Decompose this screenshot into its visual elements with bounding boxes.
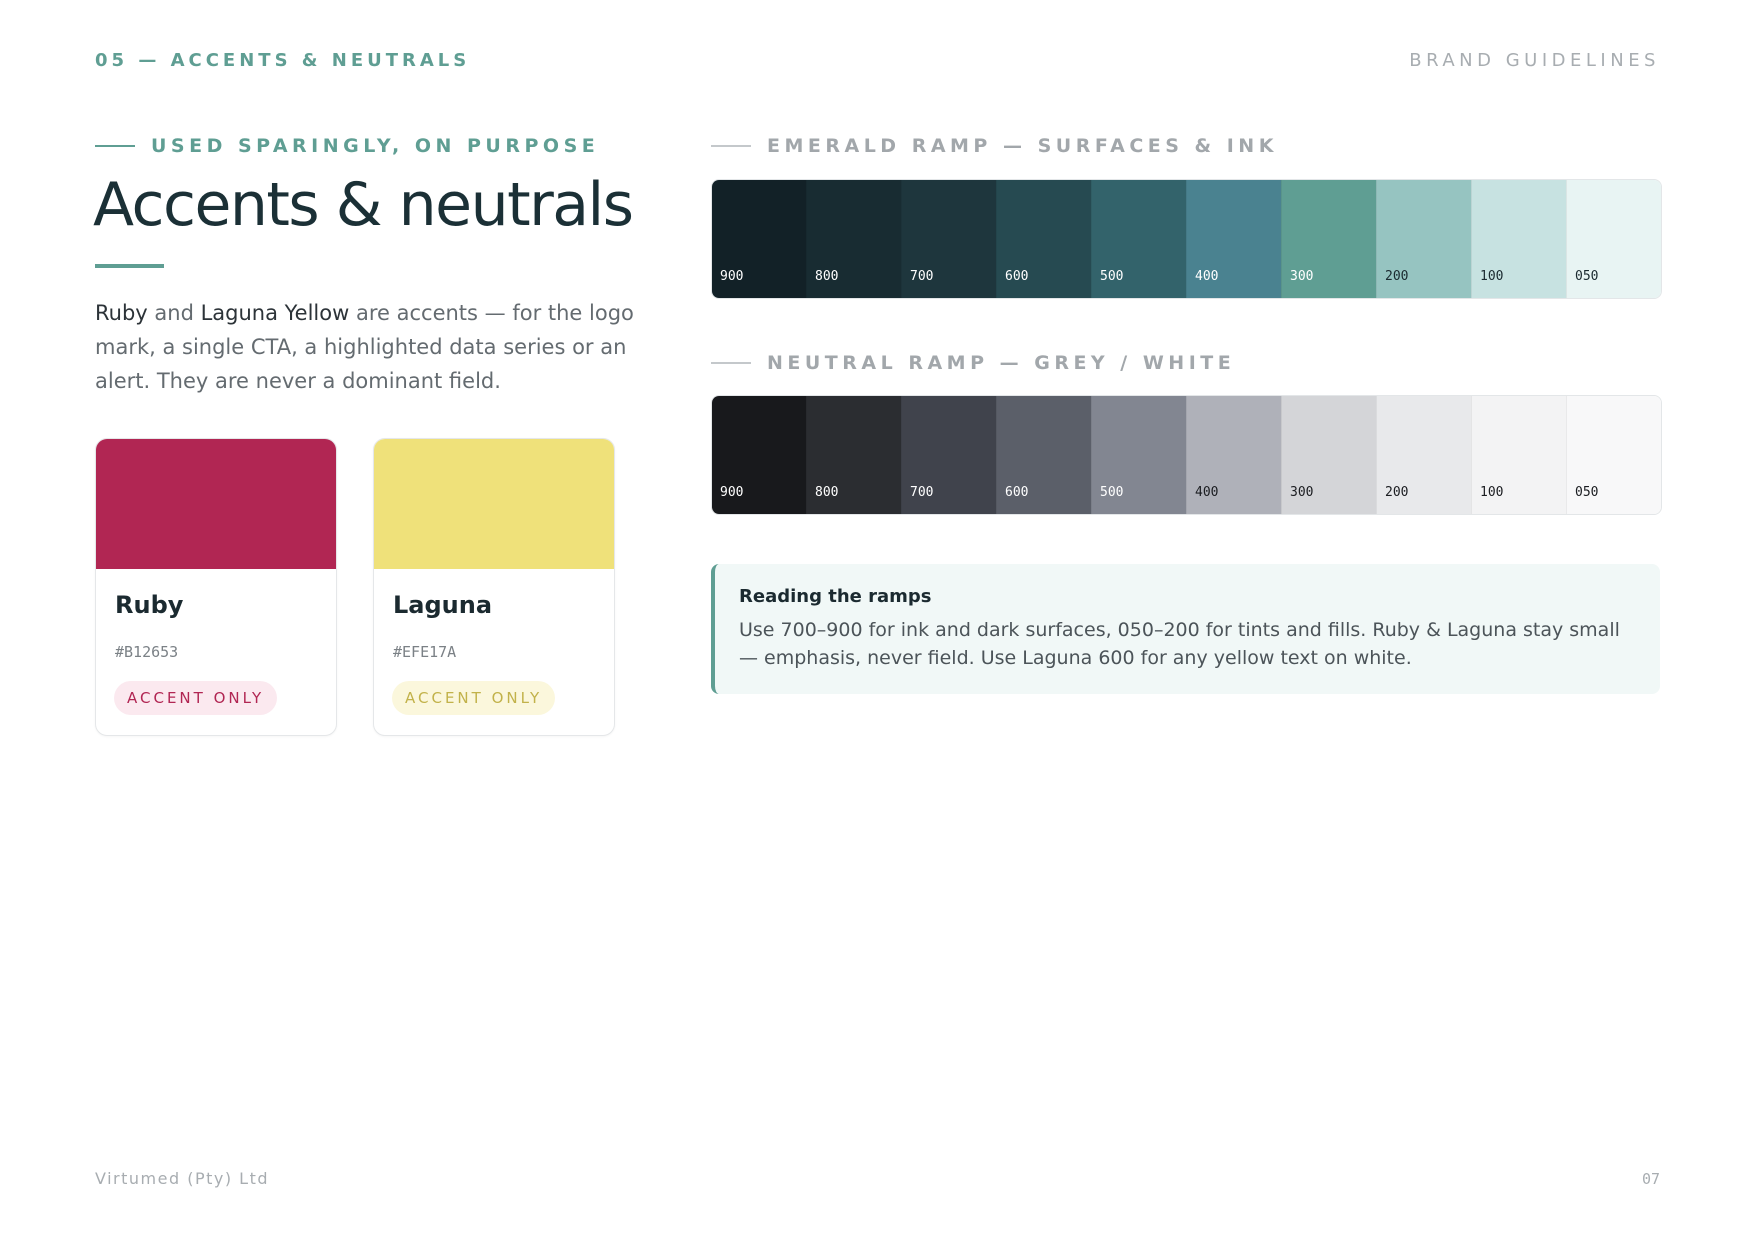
ramp-step-label: 500 — [1100, 485, 1124, 500]
ramp-swatch-500: 500 — [1091, 180, 1186, 298]
emerald-ramp-label: EMERALD RAMP — SURFACES & INK — [711, 135, 1278, 157]
intro-paragraph: Ruby and Laguna Yellow are accents — for… — [95, 296, 640, 398]
intro-eyebrow-text: USED SPARINGLY, ON PURPOSE — [151, 135, 600, 157]
ruby-swatch — [96, 439, 336, 569]
ramp-swatch-900: 900 — [712, 396, 806, 514]
accent-hex: #B12653 — [115, 643, 179, 661]
ramp-swatch-700: 700 — [901, 396, 996, 514]
accent-hex: #EFE17A — [393, 643, 457, 661]
ramp-step-label: 200 — [1385, 269, 1409, 284]
note-title: Reading the ramps — [739, 586, 932, 607]
note-body: Use 700–900 for ink and dark surfaces, 0… — [739, 619, 1620, 669]
ramp-swatch-800: 800 — [806, 396, 901, 514]
ramp-step-label: 700 — [910, 485, 934, 500]
ramp-step-label: 400 — [1195, 269, 1219, 284]
accent-card-laguna: Laguna #EFE17A ACCENT ONLY — [373, 438, 615, 736]
ramp-step-label: 400 — [1195, 485, 1219, 500]
ramp-swatch-600: 600 — [996, 396, 1091, 514]
eyebrow-rule — [95, 145, 135, 147]
ramp-swatch-100: 100 — [1471, 396, 1566, 514]
laguna-swatch — [374, 439, 614, 569]
ramp-step-label: 100 — [1480, 269, 1504, 284]
ramp-swatch-200: 200 — [1376, 396, 1471, 514]
ramp-swatch-200: 200 — [1376, 180, 1471, 298]
ramp-swatch-500: 500 — [1091, 396, 1186, 514]
ramp-step-label: 900 — [720, 485, 744, 500]
ramp-swatch-050: 050 — [1566, 396, 1661, 514]
ramp-swatch-900: 900 — [712, 180, 806, 298]
neutral-ramp-label: NEUTRAL RAMP — GREY / WHITE — [711, 352, 1235, 374]
accent-badge: ACCENT ONLY — [114, 681, 278, 715]
ramp-swatch-400: 400 — [1186, 396, 1281, 514]
footer-page-number: 07 — [1641, 1170, 1660, 1188]
ramp-step-label: 800 — [815, 485, 839, 500]
page-title: Accents & neutrals — [93, 170, 634, 240]
ramp-step-label: 100 — [1480, 485, 1504, 500]
eyebrow-rule — [711, 362, 751, 364]
ramp-swatch-800: 800 — [806, 180, 901, 298]
title-underline — [95, 264, 164, 268]
ramp-swatch-300: 300 — [1281, 180, 1376, 298]
ramp-step-label: 050 — [1575, 269, 1599, 284]
ramp-swatch-050: 050 — [1566, 180, 1661, 298]
emerald-ramp-label-text: EMERALD RAMP — SURFACES & INK — [767, 135, 1278, 157]
intro-laguna: Laguna Yellow — [200, 301, 350, 325]
intro-ruby: Ruby — [95, 301, 148, 325]
accent-name: Laguna — [393, 591, 493, 619]
ramp-step-label: 200 — [1385, 485, 1409, 500]
accent-name: Ruby — [115, 591, 184, 619]
ramp-swatch-100: 100 — [1471, 180, 1566, 298]
neutral-ramp: 900 800 700 600 500 400 300 200 100 050 — [711, 395, 1662, 515]
brand-label: BRAND GUIDELINES — [1409, 50, 1660, 71]
ramp-swatch-600: 600 — [996, 180, 1091, 298]
intro-and: and — [147, 301, 201, 325]
ramp-step-label: 500 — [1100, 269, 1124, 284]
ramp-step-label: 700 — [910, 269, 934, 284]
ramp-swatch-700: 700 — [901, 180, 996, 298]
ramp-swatch-300: 300 — [1281, 396, 1376, 514]
ramp-step-label: 600 — [1005, 269, 1029, 284]
intro-eyebrow: USED SPARINGLY, ON PURPOSE — [95, 135, 599, 157]
accent-card-ruby: Ruby #B12653 ACCENT ONLY — [95, 438, 337, 736]
ramp-step-label: 300 — [1290, 485, 1314, 500]
reading-ramps-note: Reading the ramps Use 700–900 for ink an… — [711, 564, 1660, 694]
ramp-step-label: 300 — [1290, 269, 1314, 284]
ramp-step-label: 800 — [815, 269, 839, 284]
footer-company: Virtumed (Pty) Ltd — [95, 1169, 270, 1188]
ramp-step-label: 050 — [1575, 485, 1599, 500]
emerald-ramp: 900 800 700 600 500 400 300 200 100 050 — [711, 179, 1662, 299]
ramp-step-label: 600 — [1005, 485, 1029, 500]
ramp-swatch-400: 400 — [1186, 180, 1281, 298]
ramp-step-label: 900 — [720, 269, 744, 284]
neutral-ramp-label-text: NEUTRAL RAMP — GREY / WHITE — [767, 352, 1236, 374]
accent-badge: ACCENT ONLY — [392, 681, 556, 715]
section-label: 05 — ACCENTS & NEUTRALS — [95, 50, 471, 71]
eyebrow-rule — [711, 145, 751, 147]
